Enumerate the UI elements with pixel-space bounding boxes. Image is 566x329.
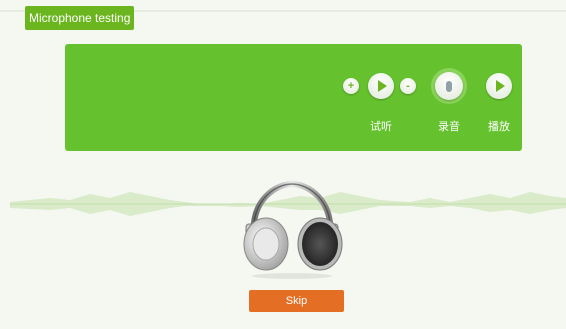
plus-icon: +: [347, 80, 355, 92]
record-button[interactable]: [435, 72, 463, 100]
play-icon: [378, 80, 387, 92]
playback-button[interactable]: [486, 73, 512, 99]
playback-label: 播放: [488, 121, 510, 133]
skip-button[interactable]: Skip: [249, 290, 344, 312]
headphones-icon: [243, 180, 343, 279]
microphone-icon: [446, 80, 452, 92]
volume-up-button[interactable]: +: [343, 78, 359, 94]
play-icon: [496, 80, 505, 92]
preview-label: 试听: [370, 121, 392, 133]
page-title: Microphone testing: [25, 6, 135, 30]
preview-play-button[interactable]: [368, 73, 394, 99]
volume-down-button[interactable]: -: [400, 78, 416, 94]
minus-icon: -: [406, 80, 410, 92]
recording-control-panel: + - 试听 录音 播放: [65, 44, 522, 151]
record-label: 录音: [438, 121, 460, 133]
